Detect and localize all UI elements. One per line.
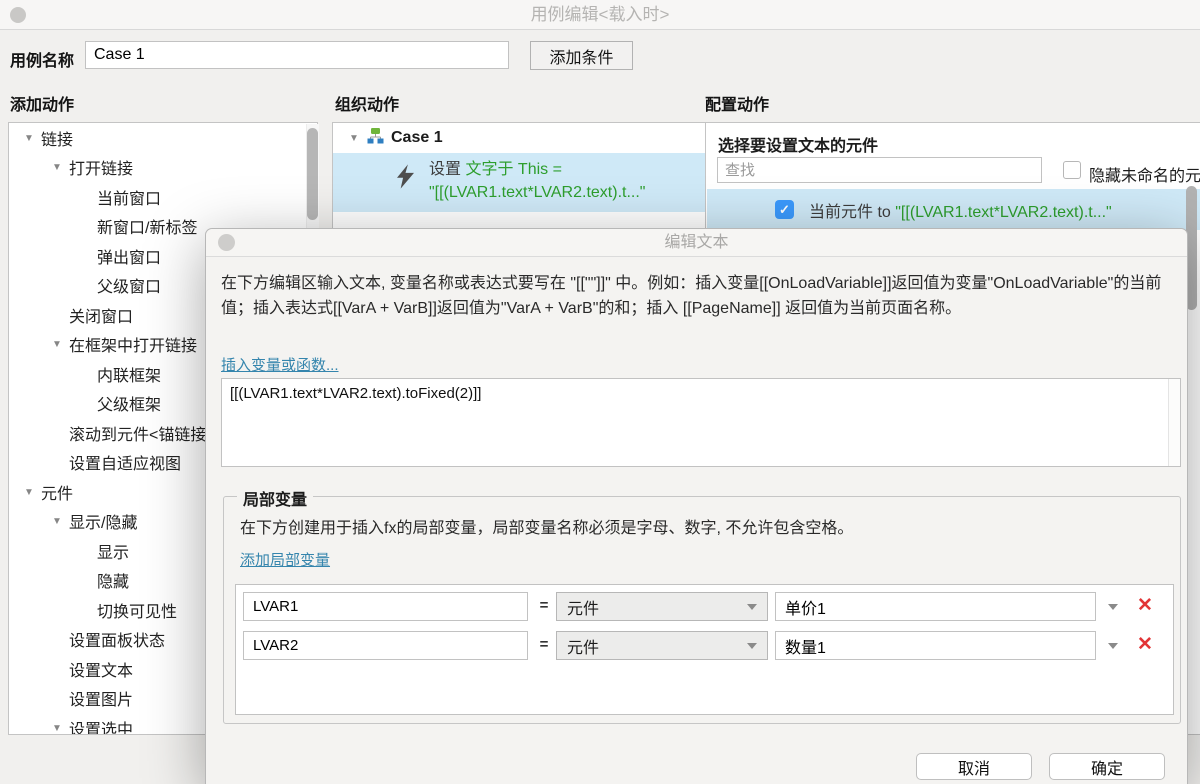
- tree-item-label: 显示: [97, 539, 129, 563]
- variable-type-dropdown[interactable]: 元件: [556, 631, 768, 660]
- tree-item-label: 滚动到元件<锚链接>: [69, 421, 216, 445]
- variable-type-dropdown[interactable]: 元件: [556, 592, 768, 621]
- tree-item-label: 父级框架: [97, 391, 161, 415]
- expand-triangle-icon[interactable]: ▼: [47, 722, 67, 734]
- tree-item-label: 关闭窗口: [69, 303, 133, 327]
- expand-triangle-icon[interactable]: ▼: [47, 515, 67, 527]
- tree-item-label: 新窗口/新标签: [97, 214, 197, 238]
- case-editor-window: 用例编辑<载入时> 用例名称 添加条件 添加动作 组织动作 配置动作 ▼ 链接 …: [0, 0, 1200, 784]
- expand-triangle-icon[interactable]: ▼: [19, 132, 39, 144]
- configure-heading: 选择要设置文本的元件: [718, 132, 878, 156]
- column-header-configure-action: 配置动作: [705, 91, 769, 115]
- variable-type-value: 元件: [567, 634, 599, 658]
- column-header-organize-action: 组织动作: [335, 91, 399, 115]
- expression-textarea[interactable]: [221, 378, 1181, 467]
- sitemap-icon: [367, 127, 384, 149]
- variable-type-value: 元件: [567, 595, 599, 619]
- chevron-down-icon: [747, 643, 757, 649]
- search-input[interactable]: [717, 157, 1042, 183]
- column-header-add-action: 添加动作: [10, 91, 74, 115]
- expand-triangle-icon[interactable]: ▼: [47, 338, 67, 350]
- expand-triangle-icon[interactable]: ▼: [344, 132, 364, 144]
- delete-variable-button[interactable]: ✕: [1137, 594, 1153, 617]
- action-description: 设置 文字于 This = "[[(LVAR1.text*LVAR2.text)…: [429, 158, 709, 204]
- window-close-icon[interactable]: [10, 7, 26, 23]
- local-variables-legend: 局部变量: [237, 486, 313, 510]
- selected-action-row[interactable]: 设置 文字于 This = "[[(LVAR1.text*LVAR2.text)…: [333, 153, 717, 212]
- case-tree-row[interactable]: ▼ Case 1: [333, 123, 717, 153]
- case-label: Case 1: [391, 129, 443, 147]
- tree-item[interactable]: ▼ 链接: [9, 123, 317, 153]
- local-variables-list: = 元件 ✕ = 元件: [235, 584, 1174, 715]
- ok-button[interactable]: 确定: [1049, 753, 1165, 780]
- dialog-close-icon[interactable]: [218, 234, 235, 251]
- chevron-down-icon[interactable]: [1108, 604, 1118, 610]
- target-widget-text: 当前元件 to "[[(LVAR1.text*LVAR2.text).t...": [809, 198, 1112, 222]
- check-icon: ✓: [779, 202, 790, 218]
- cancel-button[interactable]: 取消: [916, 753, 1032, 780]
- chevron-down-icon[interactable]: [1108, 643, 1118, 649]
- tree-item-label: 元件: [41, 480, 73, 504]
- local-variable-row: = 元件 ✕: [236, 631, 1173, 660]
- tree-item-label: 弹出窗口: [97, 244, 161, 268]
- tree-item-label: 内联框架: [97, 362, 161, 386]
- tree-item-label: 显示/隐藏: [69, 509, 137, 533]
- equals-sign: =: [535, 636, 553, 653]
- local-variable-row: = 元件 ✕: [236, 592, 1173, 621]
- add-condition-button[interactable]: 添加条件: [530, 41, 633, 70]
- variable-name-input[interactable]: [243, 631, 528, 660]
- case-name-input[interactable]: [85, 41, 509, 69]
- case-name-label: 用例名称: [10, 47, 74, 71]
- tree-item-label: 父级窗口: [97, 273, 161, 297]
- chevron-down-icon: [747, 604, 757, 610]
- tree-item-label: 链接: [41, 126, 73, 150]
- delete-variable-button[interactable]: ✕: [1137, 633, 1153, 656]
- tree-item-label: 设置面板状态: [69, 627, 165, 651]
- dialog-title: 编辑文本: [206, 229, 1187, 257]
- add-local-variable-link[interactable]: 添加局部变量: [240, 549, 330, 570]
- tree-item-label: 设置文本: [69, 657, 133, 681]
- expand-triangle-icon[interactable]: ▼: [47, 161, 67, 173]
- tree-item-label: 设置图片: [69, 686, 133, 710]
- lightning-icon: [397, 164, 414, 196]
- tree-scrollbar-thumb[interactable]: [307, 128, 318, 220]
- tree-item-label: 设置选中: [69, 716, 133, 735]
- variable-name-input[interactable]: [243, 592, 528, 621]
- textarea-scrollbar-track[interactable]: [1168, 379, 1180, 466]
- target-widget-row[interactable]: ✓ 当前元件 to "[[(LVAR1.text*LVAR2.text).t..…: [707, 189, 1200, 230]
- local-variables-description: 在下方创建用于插入fx的局部变量，局部变量名称必须是字母、数字, 不允许包含空格…: [240, 514, 853, 538]
- tree-item-label: 当前窗口: [97, 185, 161, 209]
- tree-item-label: 隐藏: [97, 568, 129, 592]
- variable-value-input[interactable]: [775, 592, 1096, 621]
- insert-variable-link[interactable]: 插入变量或函数...: [221, 354, 339, 375]
- local-variables-fieldset: 局部变量 在下方创建用于插入fx的局部变量，局部变量名称必须是字母、数字, 不允…: [223, 496, 1181, 724]
- window-title: 用例编辑<载入时>: [0, 0, 1200, 30]
- edit-text-dialog: 编辑文本 在下方编辑区输入文本, 变量名称或表达式要写在 "[[""]]" 中。…: [205, 228, 1188, 784]
- dialog-titlebar: 编辑文本: [206, 229, 1187, 257]
- checked-checkbox-icon[interactable]: ✓: [775, 200, 794, 219]
- tree-item[interactable]: ▼ 打开链接: [9, 153, 317, 183]
- tree-item[interactable]: ▼ 当前窗口: [9, 182, 317, 212]
- window-titlebar: 用例编辑<载入时>: [0, 0, 1200, 30]
- tree-item-label: 切换可见性: [97, 598, 177, 622]
- tree-item-label: 设置自适应视图: [69, 450, 181, 474]
- tree-item-label: 在框架中打开链接: [69, 332, 197, 356]
- equals-sign: =: [535, 597, 553, 614]
- tree-item-label: 打开链接: [69, 155, 133, 179]
- hide-unnamed-label: 隐藏未命名的元件: [1089, 162, 1200, 186]
- variable-value-input[interactable]: [775, 631, 1096, 660]
- expand-triangle-icon[interactable]: ▼: [19, 486, 39, 498]
- hide-unnamed-checkbox[interactable]: [1063, 161, 1081, 179]
- dialog-instructions: 在下方编辑区输入文本, 变量名称或表达式要写在 "[[""]]" 中。例如：插入…: [221, 271, 1177, 321]
